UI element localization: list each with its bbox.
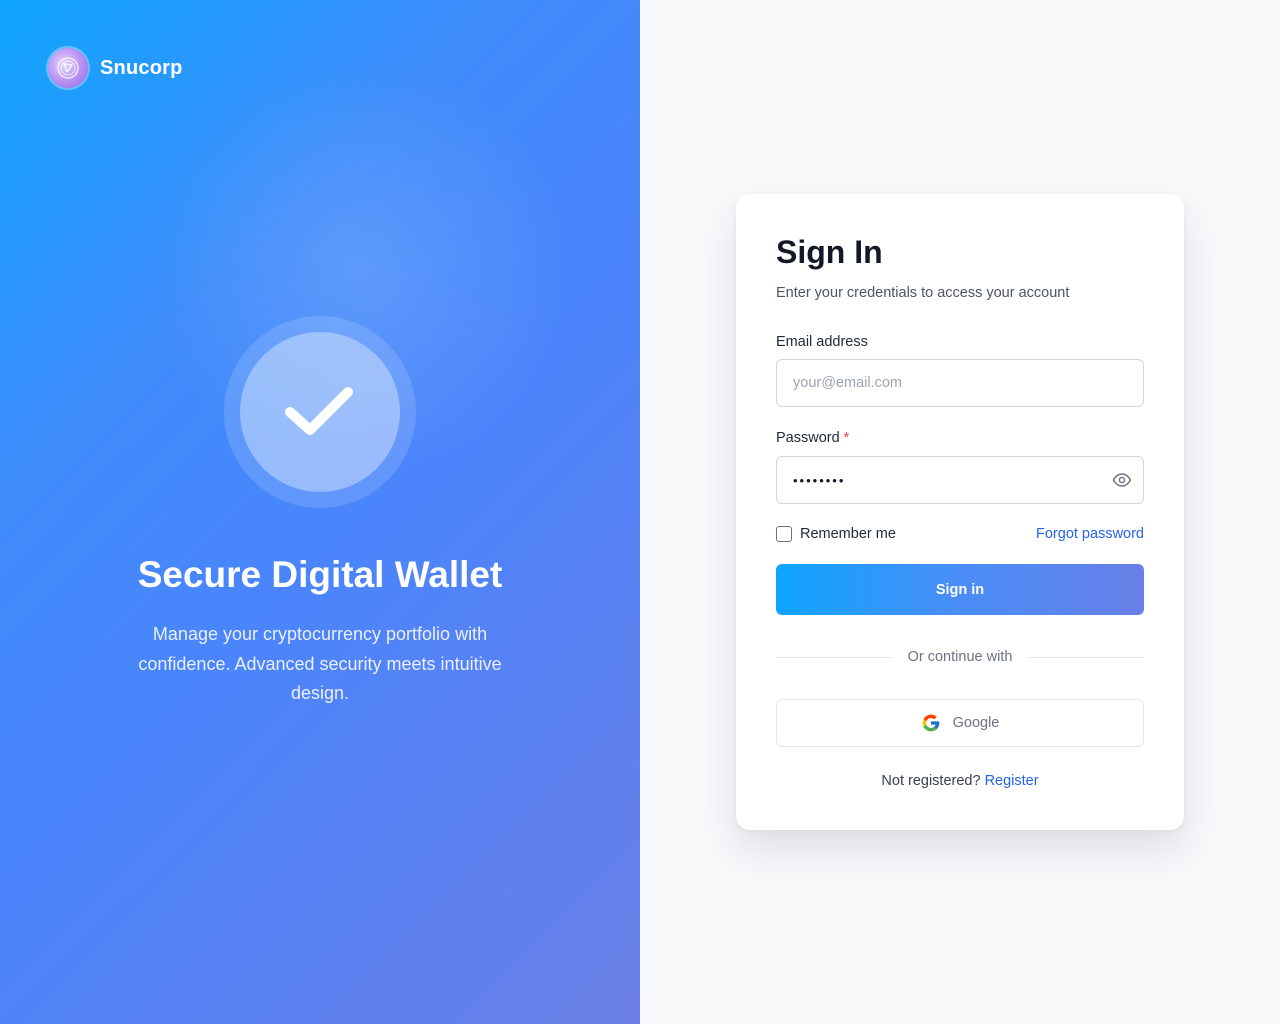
register-link[interactable]: Register — [985, 773, 1039, 789]
google-button-label: Google — [952, 715, 1000, 731]
register-row: Not registered? Register — [776, 773, 1144, 789]
password-field[interactable] — [776, 456, 1144, 504]
email-field[interactable] — [776, 359, 1144, 407]
page-title: Sign In — [776, 234, 883, 270]
divider-line-left — [776, 656, 892, 658]
brand-logo-icon — [48, 48, 88, 88]
divider: Or continue with — [776, 648, 1144, 666]
google-icon — [922, 714, 939, 732]
brand-name: Snucorp — [100, 56, 183, 79]
google-sign-in-button[interactable]: Google — [776, 699, 1144, 747]
forgot-password-link[interactable]: Forgot password — [1036, 526, 1144, 542]
remember-me-checkbox[interactable] — [776, 526, 792, 542]
hero-subtitle: Manage your cryptocurrency portfolio wit… — [138, 624, 502, 703]
email-label: Email address — [776, 334, 868, 350]
sign-in-button[interactable]: Sign in — [776, 564, 1144, 615]
page-subtitle: Enter your credentials to access your ac… — [776, 285, 1070, 301]
checkmark-badge — [224, 316, 416, 508]
brand[interactable]: Snucorp — [48, 48, 183, 88]
password-label-text: Password — [776, 430, 840, 446]
divider-line-right — [1028, 656, 1144, 658]
hero-title: Secure Digital Wallet — [137, 554, 503, 595]
checkmark-badge-inner — [240, 332, 400, 492]
register-prompt: Not registered? — [881, 773, 981, 789]
eye-icon[interactable] — [1112, 471, 1132, 489]
sign-in-card: Sign In Enter your credentials to access… — [736, 194, 1184, 830]
brand-logo-glyph — [57, 57, 79, 79]
password-label: Password * — [776, 430, 849, 446]
auth-panel: Sign In Enter your credentials to access… — [640, 0, 1280, 1024]
password-field-wrapper — [776, 456, 1144, 504]
remember-me-label: Remember me — [800, 526, 896, 542]
divider-text: Or continue with — [907, 649, 1013, 665]
required-mark: * — [843, 430, 850, 446]
remember-me[interactable]: Remember me — [776, 526, 896, 542]
hero-panel: Snucorp Secure Digital Wallet Manage you… — [0, 0, 640, 1024]
checkmark-icon — [285, 387, 353, 435]
